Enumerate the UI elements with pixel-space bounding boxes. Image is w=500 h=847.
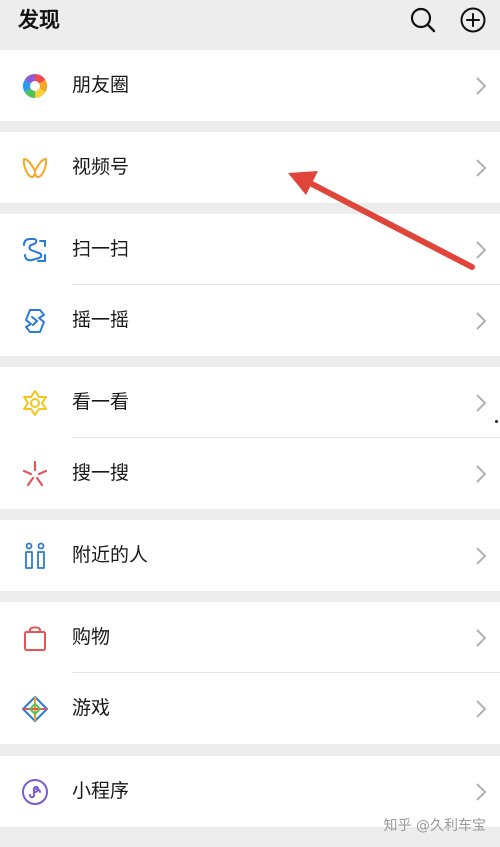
search-icon [410,7,436,33]
top-stories-icon [20,388,50,418]
menu-item-label: 购物 [72,626,111,648]
menu-item-shopping[interactable]: 购物 [0,602,500,673]
menu-item-top-stories[interactable]: 看一看 [0,367,500,438]
stray-dot [495,420,498,423]
menu-item-channels[interactable]: 视频号 [0,132,500,203]
shopping-bag-icon [20,623,50,653]
chevron-right-icon [476,547,487,565]
games-diamond-icon [20,694,50,724]
chevron-right-icon [476,312,487,330]
plus-circle-icon [460,7,486,33]
chevron-right-icon [476,241,487,259]
top-bar: 发现 [0,0,500,46]
menu-item-label: 看一看 [72,391,130,413]
search-sparkle-icon [20,459,50,489]
chevron-right-icon [476,465,487,483]
mini-programs-icon [20,777,50,807]
channels-butterfly-icon [20,153,50,183]
menu-item-label: 小程序 [72,780,130,802]
group-channels: 视频号 [0,132,500,203]
menu-item-label: 摇一摇 [72,309,130,331]
group-moments: 朋友圈 [0,50,500,121]
menu-item-label: 视频号 [72,156,130,178]
moments-aperture-icon [20,71,50,101]
scan-icon [20,235,50,265]
chevron-right-icon [476,77,487,95]
group-nearby: 附近的人 [0,520,500,591]
people-nearby-icon [20,541,50,571]
menu-item-label: 扫一扫 [72,238,130,260]
watermark: 知乎 @久利车宝 [383,818,486,834]
menu-item-scan[interactable]: 扫一扫 [0,214,500,285]
chevron-right-icon [476,394,487,412]
chevron-right-icon [476,629,487,647]
group-shopping-games: 购物 游戏 [0,602,500,744]
menu-item-label: 游戏 [72,697,111,719]
menu-item-label: 附近的人 [72,544,149,566]
search-button[interactable] [408,5,438,35]
menu-item-people-nearby[interactable]: 附近的人 [0,520,500,591]
shake-icon [20,306,50,336]
menu-item-shake[interactable]: 摇一摇 [0,285,500,356]
menu-item-search[interactable]: 搜一搜 [0,438,500,509]
page-title: 发现 [18,8,60,32]
chevron-right-icon [476,159,487,177]
chevron-right-icon [476,700,487,718]
group-stories-search: 看一看 搜一搜 [0,367,500,509]
group-scan-shake: 扫一扫 摇一摇 [0,214,500,356]
menu-item-moments[interactable]: 朋友圈 [0,50,500,121]
chevron-right-icon [476,783,487,801]
menu-item-label: 搜一搜 [72,462,130,484]
add-button[interactable] [458,5,488,35]
menu-item-games[interactable]: 游戏 [0,673,500,744]
menu-item-label: 朋友圈 [72,74,130,96]
